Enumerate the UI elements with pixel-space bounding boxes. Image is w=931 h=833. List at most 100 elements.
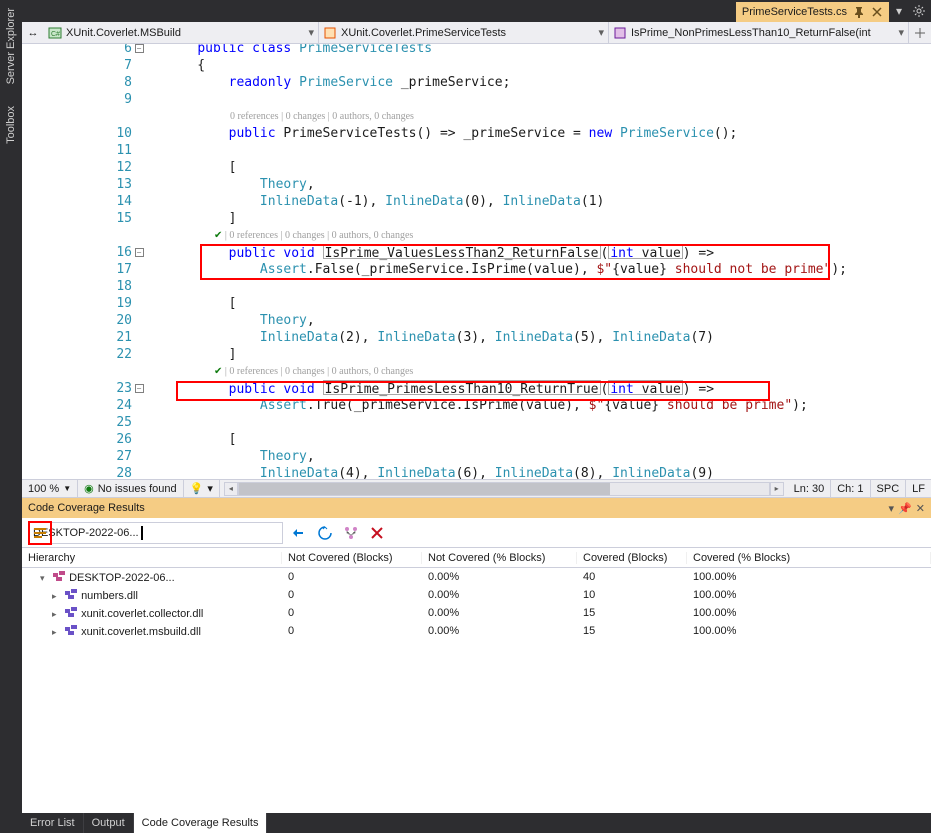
test-pass-icon: ✔ [214, 366, 222, 377]
line-number: 12 [22, 159, 132, 176]
coverage-rows: ▾ DESKTOP-2022-06...00.00%40100.00%▸ num… [22, 568, 931, 813]
window-position-icon[interactable]: ▾ [889, 502, 895, 515]
coverage-row[interactable]: ▸ numbers.dll00.00%10100.00% [22, 586, 931, 604]
caret-col: Ch: 1 [831, 480, 870, 497]
line-number: 16 [22, 244, 132, 261]
coverage-results-dropdown[interactable]: DESKTOP-2022-06... [28, 522, 283, 544]
remove-button[interactable] [367, 523, 387, 543]
chevron-down-icon: ▾ [598, 26, 604, 39]
csproj-icon: C# [48, 26, 62, 40]
gear-icon[interactable] [909, 0, 929, 22]
code-line: [ [166, 431, 931, 448]
code-editor[interactable]: 6− public class PrimeServiceTests 7 { 8 … [22, 44, 931, 479]
close-icon[interactable]: ✕ [916, 502, 925, 515]
close-icon[interactable] [871, 6, 883, 18]
line-number: 7 [22, 57, 132, 74]
line-number: 18 [22, 278, 132, 295]
nav-project-dropdown[interactable]: C# XUnit.Coverlet.MSBuild ▾ [44, 22, 319, 43]
code-coverage-panel: Code Coverage Results ▾ 📌 ✕ DESKTOP-2022… [22, 497, 931, 813]
scroll-right-button[interactable]: ▸ [770, 482, 784, 496]
line-number: 22 [22, 346, 132, 363]
check-circle-icon: ◉ [84, 482, 94, 495]
merge-results-button[interactable] [341, 523, 361, 543]
col-covered-percent[interactable]: Covered (% Blocks) [687, 552, 931, 564]
codelens[interactable]: 0 references | 0 changes | 0 authors, 0 … [166, 108, 931, 125]
file-tab-label: PrimeServiceTests.cs [742, 6, 847, 18]
code-line: ] [166, 210, 931, 227]
panel-title: Code Coverage Results [28, 502, 145, 514]
line-number: 24 [22, 397, 132, 414]
tab-code-coverage[interactable]: Code Coverage Results [134, 813, 268, 833]
line-number: 20 [22, 312, 132, 329]
fold-toggle[interactable]: − [135, 44, 144, 53]
coverage-row[interactable]: ▸ xunit.coverlet.collector.dll00.00%1510… [22, 604, 931, 622]
line-number: 15 [22, 210, 132, 227]
class-icon [323, 26, 337, 40]
code-nav-bar: ↔ C# XUnit.Coverlet.MSBuild ▾ XUnit.Cove… [22, 22, 931, 44]
nav-left-arrow[interactable]: ↔ [22, 22, 44, 43]
active-files-dropdown[interactable]: ▾ [889, 0, 909, 22]
expand-toggle[interactable]: ▸ [52, 591, 62, 602]
tab-output[interactable]: Output [84, 813, 134, 833]
col-not-covered-blocks[interactable]: Not Covered (Blocks) [282, 552, 422, 564]
codelens[interactable]: ✔ | 0 references | 0 changes | 0 authors… [166, 363, 931, 380]
scroll-left-button[interactable]: ◂ [224, 482, 238, 496]
pin-icon[interactable]: 📌 [898, 502, 912, 515]
line-number: 17 [22, 261, 132, 278]
assembly-icon [65, 607, 77, 617]
nav-split-button[interactable] [909, 22, 931, 43]
indent-mode[interactable]: SPC [871, 480, 907, 497]
panel-header[interactable]: Code Coverage Results ▾ 📌 ✕ [22, 498, 931, 518]
pin-icon[interactable] [853, 6, 865, 18]
line-number: 11 [22, 142, 132, 159]
caret-line: Ln: 30 [788, 480, 832, 497]
code-line: public class PrimeServiceTests [166, 44, 931, 57]
code-line: InlineData(2), InlineData(3), InlineData… [166, 329, 931, 346]
tab-error-list[interactable]: Error List [22, 813, 84, 833]
code-line: InlineData(4), InlineData(6), InlineData… [166, 465, 931, 479]
nav-project-label: XUnit.Coverlet.MSBuild [66, 27, 181, 39]
fold-toggle[interactable]: − [135, 384, 144, 393]
expand-toggle[interactable]: ▸ [52, 609, 62, 620]
nav-type-dropdown[interactable]: XUnit.Coverlet.PrimeServiceTests ▾ [319, 22, 609, 43]
error-summary[interactable]: ◉No issues found [78, 480, 184, 497]
toolbox-tab[interactable]: Toolbox [5, 102, 17, 148]
codelens[interactable]: ✔ | 0 references | 0 changes | 0 authors… [166, 227, 931, 244]
editor-status-bar: 100 % ▼ ◉No issues found 💡▾ ◂ ▸ Ln: 30 C… [22, 479, 931, 497]
expand-toggle[interactable]: ▸ [52, 627, 62, 638]
horizontal-scrollbar[interactable]: ◂ ▸ [224, 482, 784, 496]
import-results-button[interactable] [289, 523, 309, 543]
code-line: ] [166, 346, 931, 363]
code-line: InlineData(-1), InlineData(0), InlineDat… [166, 193, 931, 210]
assembly-icon [65, 625, 77, 635]
zoom-dropdown[interactable]: 100 % ▼ [22, 480, 78, 497]
line-number: 19 [22, 295, 132, 312]
chevron-down-icon: ▾ [898, 26, 904, 39]
coverage-toolbar: DESKTOP-2022-06... [22, 518, 931, 548]
chevron-down-icon: ▾ [308, 26, 314, 39]
nav-member-label: IsPrime_NonPrimesLessThan10_ReturnFalse(… [631, 27, 871, 39]
fold-toggle[interactable]: − [135, 248, 144, 257]
line-number: 10 [22, 125, 132, 142]
coverage-columns-header: Hierarchy Not Covered (Blocks) Not Cover… [22, 548, 931, 568]
code-line [166, 91, 931, 108]
file-tab-primeservicetests[interactable]: PrimeServiceTests.cs [736, 2, 889, 22]
method-icon [613, 26, 627, 40]
document-tab-bar: PrimeServiceTests.cs ▾ [22, 0, 931, 22]
nav-member-dropdown[interactable]: IsPrime_NonPrimesLessThan10_ReturnFalse(… [609, 22, 909, 43]
light-bulb-icon[interactable]: 💡▾ [184, 480, 220, 497]
coverage-row[interactable]: ▾ DESKTOP-2022-06...00.00%40100.00% [22, 568, 931, 586]
line-ending[interactable]: LF [906, 480, 931, 497]
test-pass-icon: ✔ [214, 230, 222, 241]
expand-toggle[interactable]: ▾ [40, 573, 50, 584]
code-line: [ [166, 159, 931, 176]
export-results-button[interactable] [315, 523, 335, 543]
server-explorer-tab[interactable]: Server Explorer [5, 4, 17, 88]
code-line: Theory, [166, 176, 931, 193]
col-covered-blocks[interactable]: Covered (Blocks) [577, 552, 687, 564]
col-not-covered-percent[interactable]: Not Covered (% Blocks) [422, 552, 577, 564]
col-hierarchy[interactable]: Hierarchy [22, 552, 282, 564]
code-line: Theory, [166, 312, 931, 329]
left-tool-strip: Server Explorer Toolbox [0, 0, 22, 833]
coverage-row[interactable]: ▸ xunit.coverlet.msbuild.dll00.00%15100.… [22, 622, 931, 640]
